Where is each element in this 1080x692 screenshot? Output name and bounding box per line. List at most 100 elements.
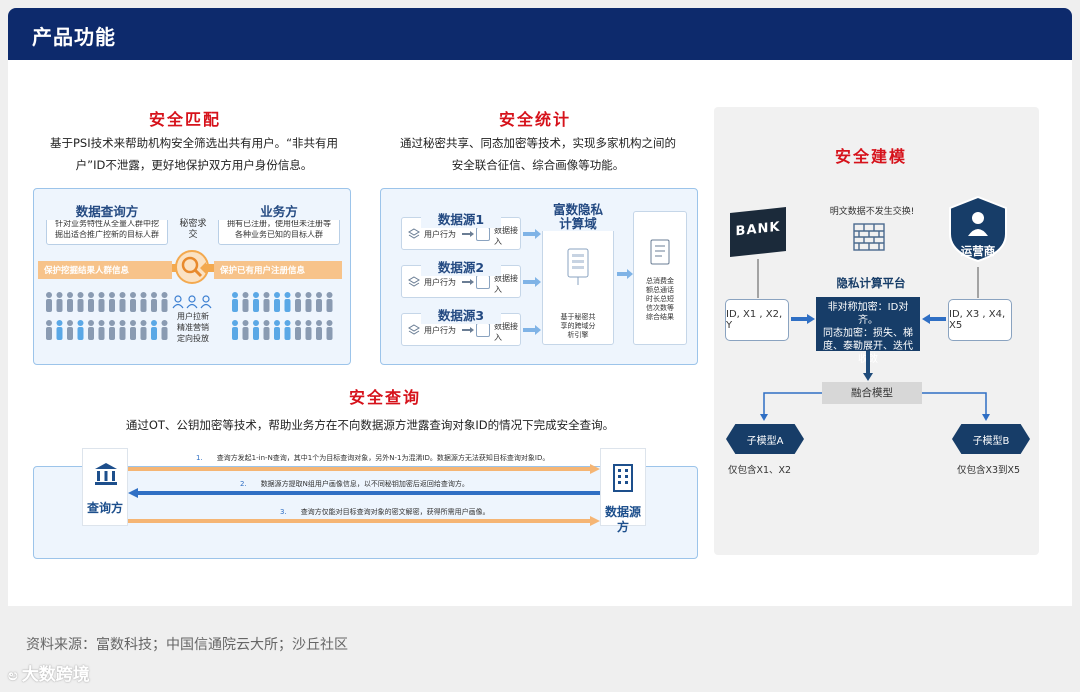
person-icon	[295, 292, 301, 312]
person-icon	[130, 292, 136, 312]
sub-model-b: 子模型B	[952, 424, 1030, 454]
person-icon	[140, 292, 147, 312]
match-panel: 针对业务特性从全量人群中挖 掘出适合推广控新的目标人群 数据查询方 保护挖掘结果…	[33, 188, 351, 365]
person-icon	[56, 320, 63, 340]
person-icon	[274, 320, 280, 340]
arrow-left-icon	[922, 314, 946, 324]
stats-desc: 通过秘密共享、同态加密等技术，实现多家机构之间的 安全联合征信、综合画像等功能。	[400, 136, 676, 172]
person-icon	[253, 292, 259, 312]
bank-building-icon	[95, 463, 117, 485]
person-icon	[242, 320, 249, 340]
person-icon	[151, 320, 157, 340]
match-title: 安全匹配	[148, 110, 221, 129]
person-icon	[161, 320, 168, 340]
query-title: 安全查询	[348, 388, 421, 407]
data-source-title: 数据源1	[421, 209, 501, 228]
doc-icon	[476, 275, 490, 289]
person-icon	[109, 292, 115, 312]
person-icon	[232, 292, 238, 312]
query-side-bar: 保护挖掘结果人群信息	[38, 261, 172, 279]
brand-logo-icon: ಲ	[8, 666, 18, 684]
person-icon	[98, 292, 105, 312]
section-title: 产品功能	[32, 25, 116, 49]
person-icon	[253, 320, 259, 340]
sub-model-b-desc: 仅包含X3到X5	[957, 465, 1021, 476]
person-icon	[119, 320, 126, 340]
person-icon	[67, 320, 73, 340]
document-icon	[650, 239, 670, 265]
right-id-box: ID, X3 , X4, X5	[948, 299, 1012, 341]
psi-label: 秘密求 交	[179, 219, 207, 240]
encryption-box: 非对称加密：ID对齐。 同态加密：损失、梯 度、泰勒展开、迭代 收敛	[816, 297, 920, 365]
step1-arrow	[128, 464, 600, 474]
person-icon	[274, 292, 280, 312]
person-icon	[77, 292, 84, 312]
building-icon	[613, 464, 633, 492]
datasource-label: 数据源 方	[604, 505, 641, 534]
query-step-1: 1. 查询方发起1-in-N查询，其中1个为目标查询对象，另外N-1为混淆ID。数…	[196, 454, 550, 462]
stats-panel: 用户行为 数据接 入 数据源1 用户行为 数据接 入 数据源2 用户行为 数据接…	[380, 188, 698, 365]
person-icon	[305, 320, 312, 340]
business-side-bar: 保护已有用户注册信息	[214, 261, 342, 279]
arrow-right-icon	[462, 279, 474, 285]
people-group-right	[230, 291, 340, 351]
arrow-right-icon	[462, 327, 474, 333]
person-icon	[242, 292, 249, 312]
firewall-icon	[853, 223, 885, 251]
modeling-title: 安全建模	[834, 147, 907, 166]
arrow-right-icon	[523, 325, 541, 335]
arrow-right-icon	[462, 231, 474, 237]
query-step-3: 3. 查询方仅能对目标查询对象的密文解密，获得所需用户画像。	[280, 508, 490, 516]
person-icon	[88, 320, 94, 340]
layers-icon	[408, 228, 420, 239]
person-icon	[77, 320, 84, 340]
no-exchange-note: 明文数据不发生交换!	[829, 207, 915, 217]
person-icon	[151, 292, 157, 312]
person-icon	[295, 320, 301, 340]
person-icon	[46, 292, 52, 312]
person-icon	[56, 292, 63, 312]
left-id-box: ID, X1 , X2, Y	[725, 299, 789, 341]
step2-arrow	[128, 488, 600, 498]
arrow-down-icon	[863, 351, 873, 381]
person-icon	[232, 320, 238, 340]
stats-title: 安全统计	[498, 110, 571, 129]
users-icon	[172, 295, 212, 309]
data-source-title: 数据源3	[421, 305, 501, 324]
person-icon	[316, 320, 322, 340]
person-icon	[284, 292, 291, 312]
query-side-title: 数据查询方	[46, 201, 168, 220]
query-desc: 通过OT、公钥加密等技术，帮助业务方在不向数据源方泄露查询对象ID的情况下完成安…	[125, 418, 615, 432]
person-icon	[67, 292, 73, 312]
layers-icon	[408, 324, 420, 335]
person-icon	[161, 292, 168, 312]
people-icon	[46, 292, 168, 340]
match-desc: 基于PSI技术来帮助机构安全筛选出共有用户。“非共有用 户”ID不泄露，更好地保…	[49, 136, 339, 172]
data-source-title: 数据源2	[421, 257, 501, 276]
arrow-right-icon	[791, 314, 815, 324]
person-icon	[109, 320, 115, 340]
person-icon	[263, 292, 270, 312]
arrow-left-icon	[200, 262, 214, 274]
person-icon	[98, 320, 105, 340]
querier-label: 查询方	[86, 501, 123, 515]
person-icon	[263, 320, 270, 340]
person-icon	[284, 320, 291, 340]
person-icon	[316, 292, 322, 312]
engine-icon	[567, 248, 589, 285]
person-icon	[326, 320, 333, 340]
step3-arrow	[128, 516, 600, 526]
person-icon	[46, 320, 52, 340]
doc-icon	[476, 227, 490, 241]
layers-icon	[408, 276, 420, 287]
engine-label: 基于秘密共 享的跨域分 析引擎	[560, 313, 596, 339]
person-icon	[305, 292, 312, 312]
person-icon	[119, 292, 126, 312]
section-header: 产品功能	[8, 8, 1072, 60]
output-label: 总消费金 额总通话 时长总短 信次数等 综合结果	[646, 277, 674, 321]
arrow-right-icon	[617, 269, 633, 279]
psi-results: 用户拉新 精准营销 定向投放	[177, 312, 209, 343]
source-note: 资料来源：富数科技；中国信通院云大所；沙丘社区	[26, 637, 348, 653]
branch-arrows	[760, 392, 990, 421]
person-icon	[140, 320, 147, 340]
